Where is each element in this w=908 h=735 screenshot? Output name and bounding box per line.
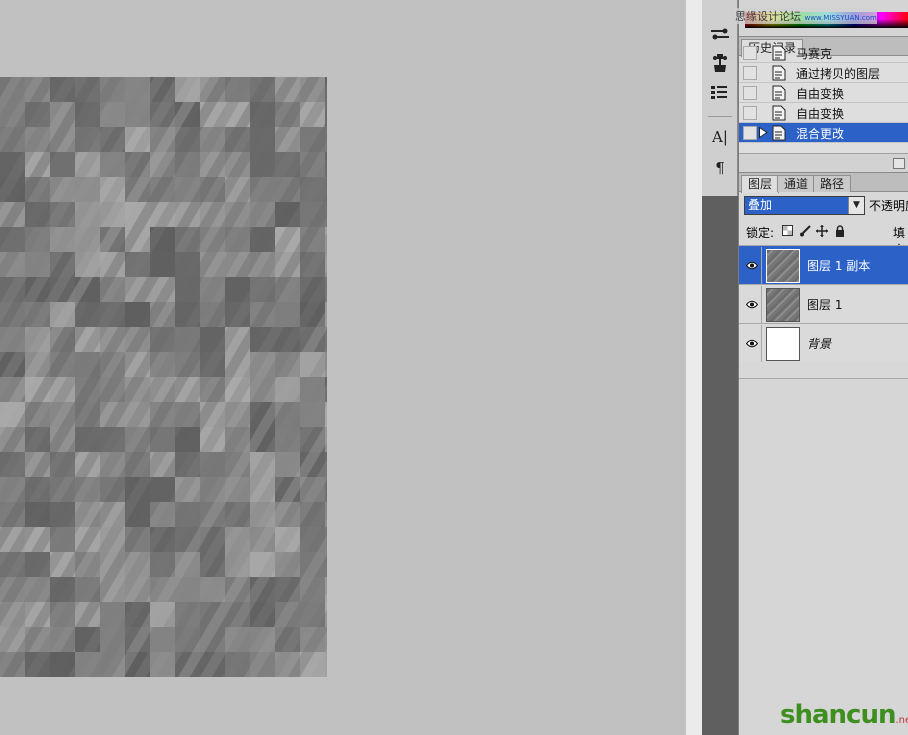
lock-all-icon[interactable] — [834, 224, 846, 237]
right-panels: 思缘设计论坛 www.MISSYUAN.com 历史记录 马赛克 通过拷贝的图层自… — [735, 0, 908, 735]
opacity-label: 不透明度 — [869, 199, 908, 213]
history-document-icon — [772, 65, 786, 81]
layer-thumbnail[interactable] — [766, 327, 800, 361]
layers-panel: 图层 通道 路径 叠加 ▼ 不透明度 锁定: 填充 — [739, 172, 908, 735]
watermark-site-url: www.MISSYUAN.com — [804, 14, 877, 22]
blend-mode-select[interactable]: 叠加 ▼ — [744, 196, 865, 215]
history-item-label: 混合更改 — [796, 127, 845, 141]
history-item-label: 自由变换 — [796, 87, 845, 101]
watermark-site-name: 思缘设计论坛 — [735, 10, 801, 23]
layers-empty-area — [739, 378, 908, 735]
document-image[interactable] — [0, 77, 327, 677]
tab-paths[interactable]: 路径 — [813, 175, 852, 192]
layer-row[interactable]: 背景 — [739, 323, 908, 362]
lock-label: 锁定: — [746, 226, 775, 240]
history-footer — [739, 153, 908, 173]
layer-row[interactable]: 图层 1 — [739, 284, 908, 323]
history-document-icon — [772, 125, 786, 141]
history-snapshot-checkbox[interactable] — [743, 46, 757, 60]
color-panel: 思缘设计论坛 www.MISSYUAN.com — [735, 0, 908, 36]
panel-dock-strip: A| ¶ — [702, 0, 738, 735]
history-document-icon — [772, 85, 786, 101]
history-state-pointer-icon — [759, 127, 768, 138]
tool-presets-icon[interactable] — [708, 82, 732, 104]
history-item[interactable]: 自由变换 — [739, 83, 908, 103]
history-snapshot-checkbox[interactable] — [743, 106, 757, 120]
tab-channels[interactable]: 通道 — [777, 175, 816, 192]
history-snapshot-checkbox[interactable] — [743, 66, 757, 80]
layer-name[interactable]: 背景 — [807, 335, 831, 352]
character-icon[interactable]: A| — [708, 126, 732, 148]
history-item[interactable]: 通过拷贝的图层 — [739, 63, 908, 83]
mosaic-pattern — [0, 77, 327, 677]
layer-thumbnail[interactable] — [766, 288, 800, 322]
history-item-label: 通过拷贝的图层 — [796, 67, 881, 81]
history-item-label: 马赛克 — [796, 47, 833, 61]
clone-source-icon[interactable] — [708, 52, 732, 74]
shancun-logo: shancun.net — [780, 700, 908, 730]
panel-divider — [686, 0, 702, 735]
history-panel: 历史记录 马赛克 通过拷贝的图层 自由变换 自由变换 混合更改 — [739, 36, 908, 173]
dock-icons-well: A| ¶ — [702, 0, 738, 196]
tab-layers[interactable]: 图层 — [741, 175, 780, 193]
eye-icon[interactable] — [742, 286, 762, 323]
new-document-from-state-button[interactable] — [893, 158, 905, 169]
history-snapshot-checkbox[interactable] — [743, 126, 757, 140]
history-item-label: 自由变换 — [796, 107, 845, 121]
blend-mode-value: 叠加 — [748, 198, 773, 212]
eye-icon[interactable] — [742, 247, 762, 284]
canvas-area[interactable] — [0, 0, 686, 735]
layer-row[interactable]: 图层 1 副本 — [739, 245, 908, 284]
watermark-text: 思缘设计论坛 www.MISSYUAN.com — [735, 8, 877, 24]
history-document-icon — [772, 105, 786, 121]
eye-icon[interactable] — [742, 325, 762, 362]
history-item[interactable]: 马赛克 — [739, 43, 908, 63]
lock-transparent-icon[interactable] — [781, 224, 793, 237]
layer-name[interactable]: 图层 1 副本 — [807, 257, 870, 274]
blend-mode-row: 叠加 ▼ 不透明度 — [739, 193, 908, 217]
lock-row: 锁定: 填充 — [739, 221, 908, 257]
history-document-icon — [772, 45, 786, 61]
paragraph-icon[interactable]: ¶ — [708, 157, 732, 179]
logo-main-text: shancun — [780, 700, 896, 730]
history-item[interactable]: 混合更改 — [739, 123, 908, 143]
lock-position-move-icon[interactable] — [816, 224, 828, 237]
lock-pixels-brush-icon[interactable] — [799, 224, 811, 237]
chevron-down-icon[interactable]: ▼ — [848, 197, 864, 214]
history-item[interactable]: 自由变换 — [739, 103, 908, 123]
logo-sub-text: .net — [895, 715, 908, 726]
history-snapshot-checkbox[interactable] — [743, 86, 757, 100]
layers-tabbar: 图层 通道 路径 — [739, 173, 908, 193]
layer-name[interactable]: 图层 1 — [807, 296, 842, 313]
layer-thumbnail[interactable] — [766, 249, 800, 283]
brush-presets-icon[interactable] — [708, 24, 732, 46]
